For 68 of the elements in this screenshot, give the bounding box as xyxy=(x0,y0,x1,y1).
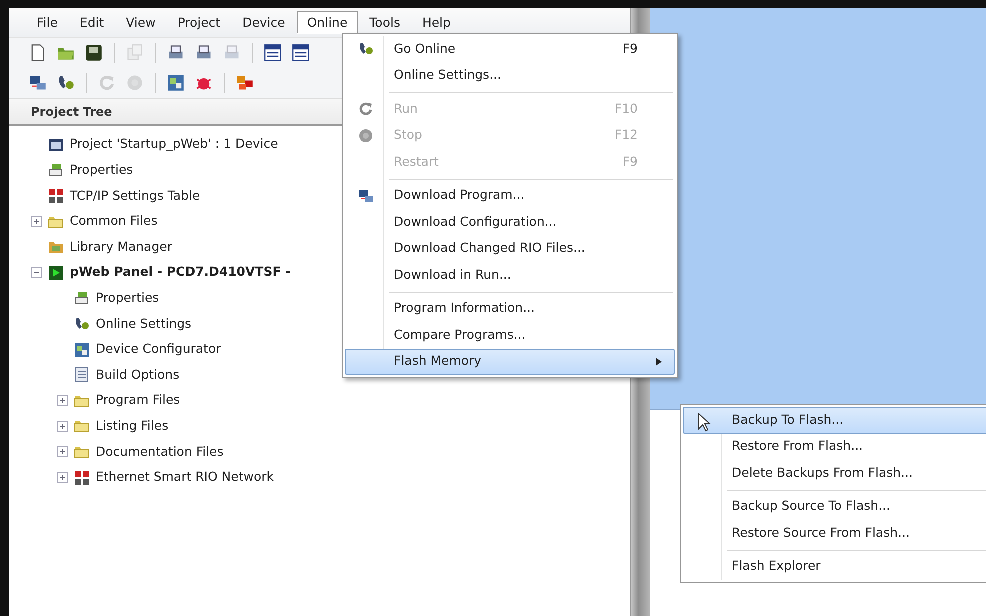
menu-item[interactable]: Tools xyxy=(360,11,410,34)
configurator-icon[interactable] xyxy=(167,74,185,92)
menu-item[interactable]: Flash Explorer xyxy=(683,554,986,580)
tree-item[interactable]: Documentation Files xyxy=(96,442,224,462)
tree-item[interactable]: Online Settings xyxy=(96,314,192,334)
phone-icon xyxy=(358,41,374,58)
tree-item[interactable]: Library Manager xyxy=(70,238,172,257)
expander-icon[interactable] xyxy=(31,267,42,278)
computer-icon[interactable] xyxy=(29,74,47,92)
properties-icon xyxy=(48,162,64,178)
panel-title: Project Tree xyxy=(31,104,112,120)
window-icon[interactable] xyxy=(292,44,310,62)
menu-item[interactable]: Compare Programs... xyxy=(345,322,675,348)
tree-item[interactable]: TCP/IP Settings Table xyxy=(70,186,200,206)
menu-item[interactable]: Backup To Flash... xyxy=(683,407,986,434)
menu-item[interactable]: Project xyxy=(168,11,231,34)
menu-item[interactable]: Backup Source To Flash... xyxy=(683,494,986,520)
expander-icon[interactable] xyxy=(57,395,68,406)
expander-icon[interactable] xyxy=(31,216,42,228)
library-icon xyxy=(48,239,64,256)
expander-icon[interactable] xyxy=(57,446,68,458)
menu-item[interactable]: Online xyxy=(297,11,358,34)
mouse-cursor-icon xyxy=(698,413,711,433)
table-icon xyxy=(48,188,64,204)
menu-item[interactable]: Online Settings... xyxy=(345,62,675,89)
table-icon xyxy=(74,470,90,486)
refresh-icon xyxy=(358,101,374,118)
menu-item[interactable]: Restore From Flash... xyxy=(683,434,986,460)
stop-icon xyxy=(358,128,374,144)
menu-item[interactable]: Download Configuration... xyxy=(345,209,675,236)
computer-icon xyxy=(358,188,374,204)
device-icon xyxy=(48,264,64,281)
menu-item[interactable]: Download Program... xyxy=(345,182,675,209)
menu-item[interactable]: View xyxy=(116,11,166,34)
submenu-arrow-icon xyxy=(656,358,662,366)
menu-item[interactable]: Download in Run... xyxy=(345,262,675,288)
menu-item[interactable]: Edit xyxy=(70,11,114,34)
folder-icon xyxy=(74,418,90,434)
menu-item[interactable]: Device xyxy=(232,11,296,34)
tree-item[interactable]: Ethernet Smart RIO Network xyxy=(96,468,274,487)
document-icon[interactable] xyxy=(29,44,47,62)
menu-item[interactable]: Help xyxy=(412,11,461,34)
phone-icon[interactable] xyxy=(57,74,75,92)
menu-item[interactable]: Flash Memory xyxy=(345,348,675,375)
expander-icon[interactable] xyxy=(57,420,68,432)
configurator-icon xyxy=(74,342,90,358)
tree-item[interactable]: Properties xyxy=(70,161,134,180)
tree-item[interactable]: Common Files xyxy=(70,212,158,231)
tree-item[interactable]: Device Configurator xyxy=(96,340,222,359)
menu-item[interactable]: Go Online F9 xyxy=(345,36,675,62)
network-icon[interactable] xyxy=(236,74,254,92)
tree-item[interactable]: pWeb Panel - PCD7.D410VTSF - xyxy=(70,263,291,282)
tree-item[interactable]: Program Files xyxy=(96,391,180,410)
menu-item[interactable]: Restore Source From Flash... xyxy=(683,520,986,546)
build-icon xyxy=(74,367,90,384)
menu-item[interactable]: Program Information... xyxy=(345,296,675,322)
properties-icon xyxy=(74,290,90,306)
expander-icon[interactable] xyxy=(57,472,68,484)
window-icon[interactable] xyxy=(264,44,282,62)
menu-item[interactable]: Delete Backups From Flash... xyxy=(683,460,986,486)
menu-item[interactable]: Download Changed RIO Files... xyxy=(345,236,675,262)
tree-item[interactable]: Build Options xyxy=(96,366,180,385)
tree-item[interactable]: Project 'Startup_pWeb' : 1 Device xyxy=(70,135,278,154)
tree-item[interactable]: Listing Files xyxy=(96,416,169,436)
project-icon xyxy=(48,136,64,153)
tree-item[interactable]: Properties xyxy=(96,288,160,308)
phone-icon xyxy=(74,316,90,332)
menu-item[interactable]: File xyxy=(27,11,68,34)
